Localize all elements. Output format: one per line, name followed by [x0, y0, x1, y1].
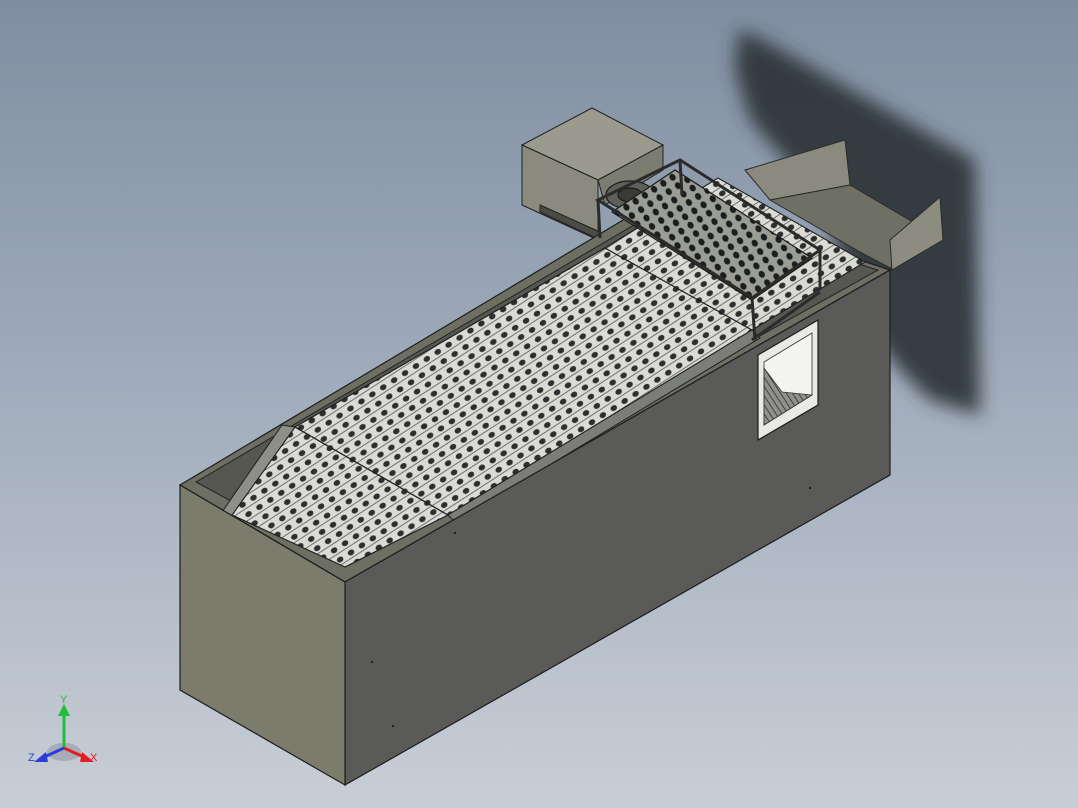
orientation-triad[interactable]: Y X Z: [24, 690, 114, 780]
assembly-3d-view[interactable]: [0, 0, 1078, 808]
z-axis-label: Z: [28, 752, 35, 764]
x-axis-label: X: [90, 752, 98, 764]
z-axis-arrow: [34, 752, 48, 762]
cad-viewport[interactable]: Y X Z: [0, 0, 1078, 808]
y-axis-label: Y: [60, 694, 68, 706]
